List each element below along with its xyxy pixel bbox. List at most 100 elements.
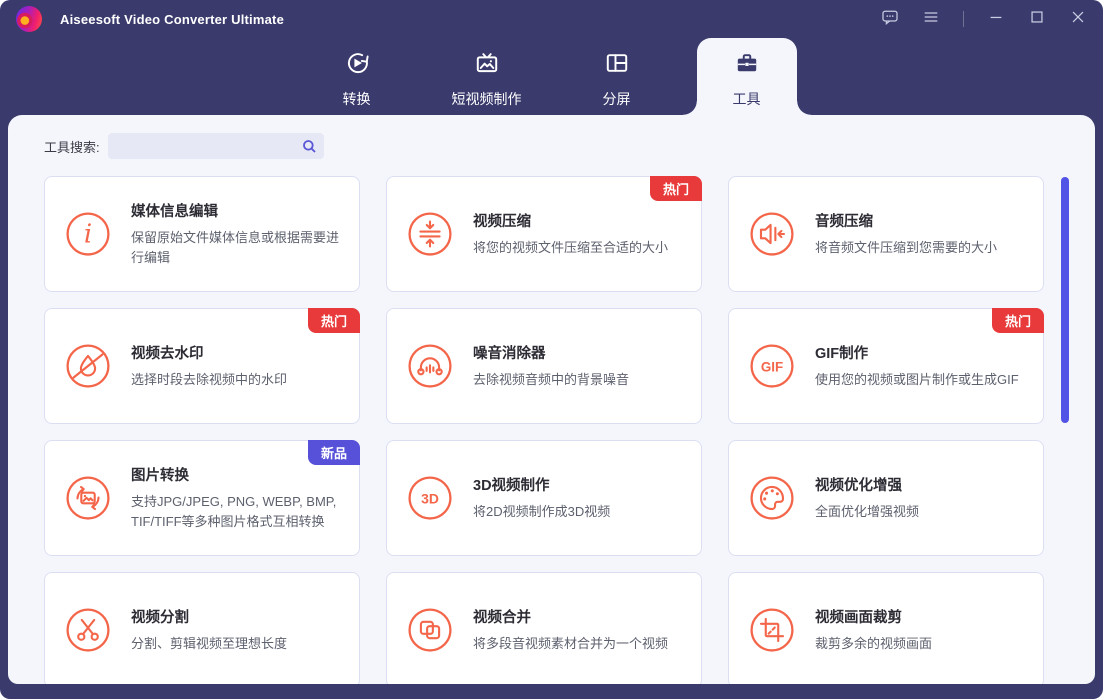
watermark-remove-icon [65, 343, 111, 389]
tab-label: 工具 [732, 91, 761, 107]
maximize-button[interactable] [1028, 10, 1046, 28]
gif-icon: GIF [749, 343, 795, 389]
tool-card[interactable]: 噪音消除器去除视频音频中的背景噪音 [386, 308, 702, 424]
tool-card-desc: 全面优化增强视频 [815, 503, 920, 519]
hot-badge: 热门 [649, 176, 702, 201]
tool-search-input[interactable] [107, 138, 324, 154]
tool-card-desc: 将您的视频文件压缩至合适的大小 [473, 239, 669, 255]
minimize-icon [987, 8, 1005, 31]
scrollbar-thumb[interactable] [1061, 177, 1069, 423]
tool-card-text: 视频优化增强全面优化增强视频 [815, 474, 919, 522]
tool-card-text: 音频压缩将音频文件压缩到您需要的大小 [815, 210, 997, 258]
tool-card-text: 图片转换支持JPG/JPEG, PNG, WEBP, BMP, TIF/TIFF… [131, 464, 343, 532]
tool-card-text: GIF制作使用您的视频或图片制作或生成GIF [815, 342, 1019, 390]
tool-card-title: 媒体信息编辑 [131, 203, 218, 220]
tool-card-text: 噪音消除器去除视频音频中的背景噪音 [473, 342, 629, 390]
tool-card-title: GIF制作 [815, 345, 869, 362]
tool-card[interactable]: 3D 3D视频制作将2D视频制作成3D视频 [386, 440, 702, 556]
titlebar-divider [963, 11, 964, 27]
info-icon: i [65, 211, 111, 257]
tool-card[interactable]: 热门 GIF GIF制作使用您的视频或图片制作或生成GIF [728, 308, 1044, 424]
tool-card[interactable]: 新品图片转换支持JPG/JPEG, PNG, WEBP, BMP, TIF/TI… [44, 440, 360, 556]
feedback-button[interactable] [881, 10, 899, 28]
tool-card-text: 视频画面裁剪 裁剪多余的视频画面 [815, 606, 932, 654]
tool-card[interactable]: 音频压缩将音频文件压缩到您需要的大小 [728, 176, 1044, 292]
tool-card-desc: 去除视频音频中的背景噪音 [473, 371, 630, 387]
tool-card-title: 音频压缩 [815, 213, 873, 230]
tool-card-title: 视频压缩 [473, 213, 531, 230]
tab-label: 短视频制作 [451, 91, 522, 107]
tools-panel: 工具搜索: i 媒体信息编辑 保留原始文件媒体信息或根据需要进行编辑 热门 视频压缩 将您… [8, 115, 1095, 684]
tool-card-desc: 保留原始文件媒体信息或根据需要进行编辑 [131, 229, 340, 265]
tool-card-desc: 将音频文件压缩到您需要的大小 [815, 239, 998, 255]
tool-card[interactable]: 视频画面裁剪 裁剪多余的视频画面 [728, 572, 1044, 684]
tool-card-title: 图片转换 [131, 467, 189, 484]
tool-card-desc: 将多段音视频素材合并为一个视频 [473, 635, 669, 651]
tool-card-text: 媒体信息编辑保留原始文件媒体信息或根据需要进行编辑 [131, 200, 343, 268]
app-title: Aiseesoft Video Converter Ultimate [60, 11, 285, 27]
tab-convert[interactable]: 转换 [307, 38, 407, 115]
tool-card-desc: 选择时段去除视频中的水印 [131, 371, 288, 387]
tool-card[interactable]: i 媒体信息编辑保留原始文件媒体信息或根据需要进行编辑 [44, 176, 360, 292]
tool-card-text: 3D视频制作将2D视频制作成3D视频 [473, 474, 610, 522]
close-button[interactable] [1069, 10, 1087, 28]
tab-collage[interactable]: 分屏 [567, 38, 667, 115]
tool-card-text: 视频压缩将您的视频文件压缩至合适的大小 [473, 210, 668, 258]
tool-card-title: 视频合并 [473, 609, 531, 626]
enhance-icon [749, 475, 795, 521]
titlebar: Aiseesoft Video Converter Ultimate [0, 0, 1103, 38]
crop-icon [749, 607, 795, 653]
tool-card-desc: 将2D视频制作成3D视频 [473, 503, 611, 519]
tool-card-title: 视频分割 [131, 609, 189, 626]
tab-toolbox[interactable]: 工具 [682, 38, 811, 115]
tool-card-title: 噪音消除器 [473, 345, 546, 362]
merge-icon [407, 607, 453, 653]
convert-icon [344, 50, 370, 81]
feedback-icon [881, 8, 899, 31]
tab-curve-left [682, 101, 697, 115]
tool-card-text: 视频合并将多段音视频素材合并为一个视频 [473, 606, 668, 654]
menu-button[interactable] [922, 10, 940, 28]
tab-label: 转换 [342, 91, 371, 107]
tab-curve-right [796, 101, 811, 115]
tool-search-box [107, 133, 324, 159]
tool-card-desc: 使用您的视频或图片制作或生成GIF [815, 371, 1019, 387]
svg-text:GIF: GIF [761, 359, 783, 374]
new-badge: 新品 [307, 440, 360, 465]
image-convert-icon [65, 475, 111, 521]
window-controls [881, 10, 1087, 28]
tool-search-label: 工具搜索: [44, 139, 100, 155]
tool-card-title: 视频去水印 [131, 345, 204, 362]
main-tabs: 转换 短视频制作 分屏 工具 [0, 38, 1103, 115]
hot-badge: 热门 [991, 308, 1044, 333]
tool-card-text: 视频去水印选择时段去除视频中的水印 [131, 342, 287, 390]
tool-card[interactable]: 视频分割分割、剪辑视频至理想长度 [44, 572, 360, 684]
tool-card-desc: 支持JPG/JPEG, PNG, WEBP, BMP, TIF/TIFF等多种图… [131, 493, 337, 529]
tool-card[interactable]: 热门视频压缩将您的视频文件压缩至合适的大小 [386, 176, 702, 292]
tool-card-title: 3D视频制作 [473, 477, 550, 494]
tool-card-title: 视频优化增强 [815, 477, 902, 494]
tab-movie-maker[interactable]: 短视频制作 [437, 38, 537, 115]
3d-icon: 3D [407, 475, 453, 521]
svg-text:3D: 3D [421, 490, 439, 506]
movie-maker-icon [474, 50, 500, 81]
search-icon[interactable] [302, 139, 317, 154]
toolbox-icon [734, 50, 760, 81]
audio-compress-icon [749, 211, 795, 257]
tools-grid: i 媒体信息编辑 保留原始文件媒体信息或根据需要进行编辑 热门 视频压缩 将您的视频文件压… [44, 176, 1044, 684]
svg-text:i: i [84, 220, 92, 250]
tool-card[interactable]: 视频合并将多段音视频素材合并为一个视频 [386, 572, 702, 684]
compress-icon [407, 211, 453, 257]
tool-card[interactable]: 视频优化增强全面优化增强视频 [728, 440, 1044, 556]
tool-card-title: 视频画面裁剪 [815, 609, 902, 626]
noise-remover-icon [407, 343, 453, 389]
tab-label: 分屏 [602, 91, 631, 107]
minimize-button[interactable] [987, 10, 1005, 28]
close-icon [1069, 8, 1087, 31]
app-logo-icon [16, 6, 42, 32]
tool-card[interactable]: 热门视频去水印选择时段去除视频中的水印 [44, 308, 360, 424]
hot-badge: 热门 [307, 308, 360, 333]
collage-icon [604, 50, 630, 81]
tool-card-desc: 分割、剪辑视频至理想长度 [131, 635, 288, 651]
tool-search-row: 工具搜索: [44, 133, 324, 159]
